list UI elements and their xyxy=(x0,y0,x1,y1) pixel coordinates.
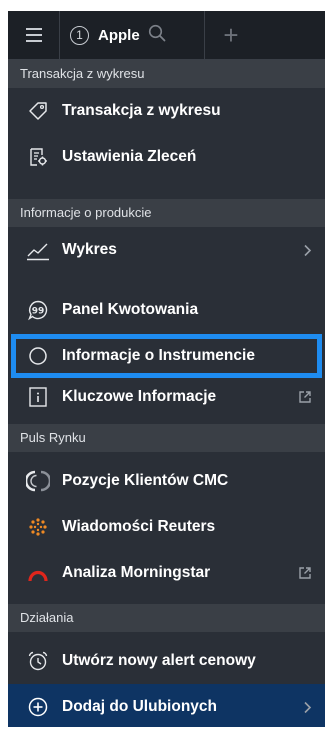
section-header-market-pulse: Puls Rynku xyxy=(8,424,325,452)
section-header-product-info: Informacje o produkcie xyxy=(8,199,325,227)
tab-instrument-name: Apple xyxy=(98,26,140,44)
menu-item-chart[interactable]: Wykres xyxy=(8,227,325,273)
search-icon[interactable] xyxy=(148,24,166,47)
add-tab-button[interactable]: + xyxy=(205,11,257,59)
menu-item-label: Analiza Morningstar xyxy=(62,564,211,581)
menu-item-cmc-client-positions[interactable]: Pozycje Klientów CMC xyxy=(8,458,325,504)
menu-item-label: Wykres xyxy=(62,241,117,258)
section-header-actions: Działania xyxy=(8,604,325,632)
order-settings-icon xyxy=(26,145,50,169)
tag-icon xyxy=(26,99,50,123)
chevron-right-icon xyxy=(303,227,312,273)
menu-item-quote-panel[interactable]: 99 Panel Kwotowania xyxy=(8,287,325,333)
svg-text:99: 99 xyxy=(32,307,45,317)
top-bar: 1 Apple + xyxy=(8,11,325,60)
alarm-clock-icon xyxy=(26,649,50,673)
menu-item-label: Kluczowe Informacje xyxy=(62,388,217,405)
reuters-icon xyxy=(26,515,50,539)
morningstar-icon xyxy=(26,561,50,585)
menu-item-key-information[interactable]: Kluczowe Informacje xyxy=(8,374,325,420)
menu-item-morningstar-analysis[interactable]: Analiza Morningstar xyxy=(8,550,325,596)
menu-item-label: Transakcja z wykresu xyxy=(62,102,221,119)
menu-item-add-to-favorites[interactable]: Dodaj do Ulubionych xyxy=(8,684,325,727)
chart-line-icon xyxy=(26,238,50,262)
menu-item-label: Dodaj do Ulubionych xyxy=(62,698,217,715)
info-document-icon xyxy=(26,385,50,409)
chevron-right-icon xyxy=(303,684,312,727)
quote-bubble-icon: 99 xyxy=(26,298,50,322)
menu-item-label: Informacje o Instrumencie xyxy=(62,347,255,364)
instrument-menu-panel: 1 Apple + Transakcja z wykresu Transakcj… xyxy=(8,11,325,727)
menu-item-label: Wiadomości Reuters xyxy=(62,518,216,535)
menu-item-chart-trading[interactable]: Transakcja z wykresu xyxy=(8,88,325,134)
plus-circle-icon xyxy=(26,695,50,719)
menu-item-instrument-info[interactable]: Informacje o Instrumencie xyxy=(11,334,322,378)
menu-item-order-settings[interactable]: Ustawienia Zleceń xyxy=(8,134,325,180)
external-link-icon xyxy=(298,550,312,596)
menu-item-reuters-news[interactable]: Wiadomości Reuters xyxy=(8,504,325,550)
hamburger-icon xyxy=(25,28,42,42)
cmc-positions-icon xyxy=(26,469,50,493)
menu-item-label: Ustawienia Zleceń xyxy=(62,148,197,165)
menu-item-label: Utwórz nowy alert cenowy xyxy=(62,652,256,669)
menu-button[interactable] xyxy=(8,11,60,59)
section-header-chart-trading: Transakcja z wykresu xyxy=(8,60,325,88)
menu-item-label: Pozycje Klientów CMC xyxy=(62,472,229,489)
instrument-tab[interactable]: 1 Apple xyxy=(60,11,205,59)
circle-icon xyxy=(26,344,50,368)
tab-number-badge: 1 xyxy=(70,25,89,45)
external-link-icon xyxy=(298,374,312,420)
menu-item-create-price-alert[interactable]: Utwórz nowy alert cenowy xyxy=(8,638,325,684)
menu-item-label: Panel Kwotowania xyxy=(62,301,199,318)
